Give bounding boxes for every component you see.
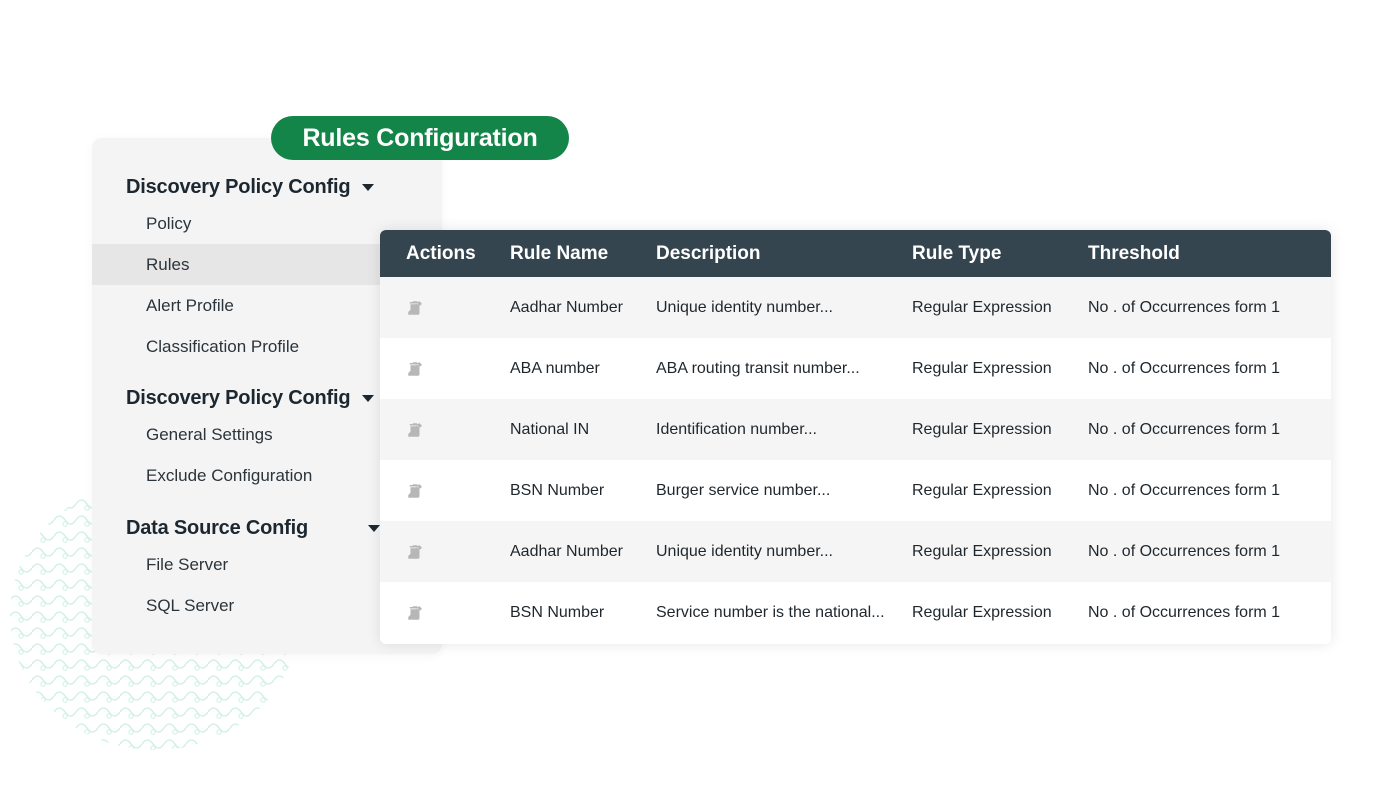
- cell-rule-name: BSN Number: [510, 481, 605, 499]
- caret-down-icon[interactable]: [362, 395, 374, 402]
- column-header-threshold: Threshold: [1088, 242, 1180, 264]
- cell-rule-name: Aadhar Number: [510, 542, 623, 560]
- table-row: ABA number ABA routing transit number...…: [380, 338, 1331, 399]
- table-row: BSN Number Service number is the nationa…: [380, 582, 1331, 643]
- cell-rule-name: BSN Number: [510, 603, 605, 621]
- table-row: Aadhar Number Unique identity number... …: [380, 521, 1331, 582]
- cell-description: Unique identity number...: [656, 298, 833, 316]
- delete-trash-icon[interactable]: [406, 399, 424, 460]
- section-heading-label: Discovery Policy Config: [126, 386, 351, 409]
- column-header-actions: Actions: [406, 242, 476, 264]
- cell-rule-name: ABA number: [510, 359, 600, 377]
- cell-description: Service number is the national...: [656, 603, 885, 621]
- table-header: Actions Rule Name Description Rule Type …: [380, 230, 1331, 277]
- section-heading-label: Discovery Policy Config: [126, 175, 351, 198]
- cell-threshold: No . of Occurrences form 1: [1088, 542, 1281, 560]
- sidebar-section-heading[interactable]: Discovery Policy Config: [126, 172, 442, 202]
- page-title: Rules Configuration: [271, 116, 569, 160]
- sidebar-item-rules[interactable]: Rules: [92, 244, 382, 285]
- delete-trash-icon[interactable]: [406, 582, 424, 643]
- cell-rule-type: Regular Expression: [912, 481, 1052, 499]
- cell-rule-type: Regular Expression: [912, 298, 1052, 316]
- column-header-rule-type: Rule Type: [912, 242, 1002, 264]
- cell-threshold: No . of Occurrences form 1: [1088, 298, 1281, 316]
- column-header-description: Description: [656, 242, 761, 264]
- delete-trash-icon[interactable]: [406, 338, 424, 399]
- cell-rule-name: National IN: [510, 420, 590, 438]
- cell-rule-type: Regular Expression: [912, 359, 1052, 377]
- cell-threshold: No . of Occurrences form 1: [1088, 359, 1281, 377]
- cell-description: Burger service number...: [656, 481, 831, 499]
- cell-threshold: No . of Occurrences form 1: [1088, 420, 1281, 438]
- cell-description: ABA routing transit number...: [656, 359, 860, 377]
- cell-threshold: No . of Occurrences form 1: [1088, 481, 1281, 499]
- table-row: Aadhar Number Unique identity number... …: [380, 277, 1331, 338]
- table-row: BSN Number Burger service number... Regu…: [380, 460, 1331, 521]
- caret-down-icon[interactable]: [368, 525, 380, 532]
- caret-down-icon[interactable]: [362, 184, 374, 191]
- delete-trash-icon[interactable]: [406, 521, 424, 582]
- section-heading-label: Data Source Config: [126, 516, 308, 539]
- cell-description: Identification number...: [656, 420, 817, 438]
- cell-rule-name: Aadhar Number: [510, 298, 623, 316]
- delete-trash-icon[interactable]: [406, 277, 424, 338]
- table-row: National IN Identification number... Reg…: [380, 399, 1331, 460]
- cell-rule-type: Regular Expression: [912, 603, 1052, 621]
- cell-rule-type: Regular Expression: [912, 542, 1052, 560]
- cell-rule-type: Regular Expression: [912, 420, 1052, 438]
- cell-threshold: No . of Occurrences form 1: [1088, 603, 1281, 621]
- rules-table: Actions Rule Name Description Rule Type …: [380, 230, 1331, 644]
- delete-trash-icon[interactable]: [406, 460, 424, 521]
- cell-description: Unique identity number...: [656, 542, 833, 560]
- column-header-rule-name: Rule Name: [510, 242, 609, 264]
- stage: Discovery Policy Config Policy Rules Ale…: [0, 0, 1378, 800]
